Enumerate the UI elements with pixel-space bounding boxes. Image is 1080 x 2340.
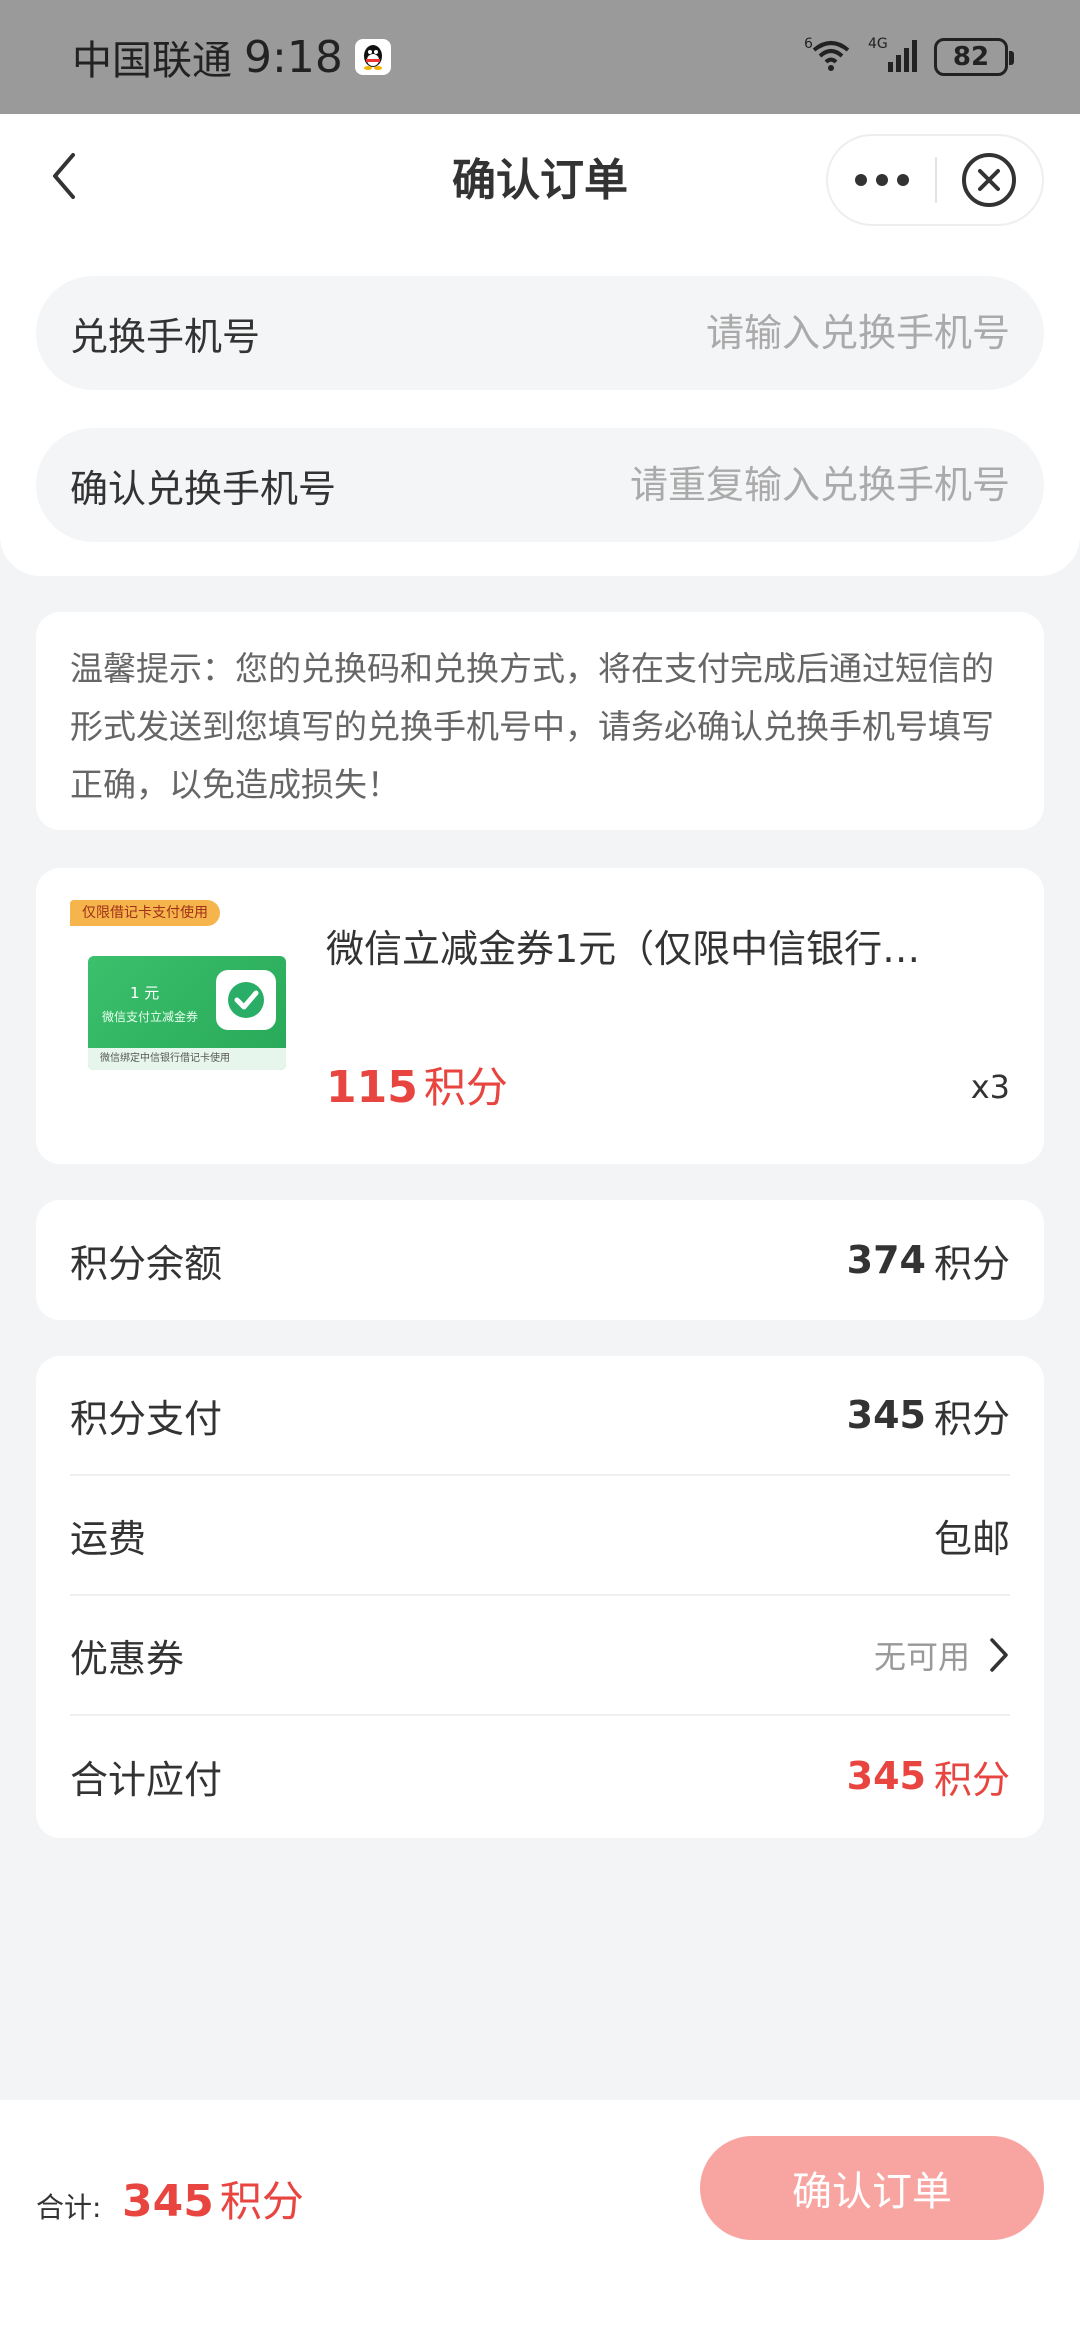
svg-text:4G: 4G — [868, 36, 888, 52]
product-tag: 仅限借记卡支付使用 — [70, 900, 220, 926]
more-button[interactable] — [828, 136, 935, 224]
svg-text:6: 6 — [804, 36, 813, 52]
bottom-total-label: 合计: — [36, 2191, 102, 2224]
bottom-total-amount: 345 — [122, 2176, 214, 2227]
cellular-signal-icon: 4G — [868, 34, 920, 81]
coupon-status: 无可用 — [873, 1638, 970, 1676]
confirm-phone-input[interactable] — [550, 463, 1010, 507]
points-pay-amount: 345 — [846, 1393, 926, 1437]
coupon-subtitle: 微信支付立减金券 — [102, 1010, 199, 1024]
clock: 9:18 — [244, 31, 343, 83]
chevron-right-icon — [990, 1638, 1008, 1672]
phone-field: 兑换手机号 — [36, 276, 1044, 390]
tip-text: 温馨提示：您的兑换码和兑换方式，将在支付完成后通过短信的形式发送到您填写的兑换手… — [70, 649, 994, 804]
bottom-total-unit: 积分 — [219, 2177, 304, 2226]
summary-card: 积分支付 345 积分 运费 包邮 优惠券 无可用 合计应付 345 积分 — [36, 1356, 1044, 1838]
confirm-order-button[interactable]: 确认订单 — [700, 2136, 1044, 2240]
product-thumbnail: 1 元 微信支付立减金券 微信绑定中信银行借记卡使用 仅限借记卡支付使用 — [70, 900, 290, 1080]
bottom-total-value: 345 积分 — [122, 2168, 304, 2229]
shipping-row: 运费 包邮 — [70, 1476, 1010, 1596]
points-pay-row: 积分支付 345 积分 — [70, 1356, 1010, 1476]
balance-amount: 374 — [846, 1238, 926, 1282]
status-right: 6 4G 82 — [804, 34, 1014, 81]
balance-row: 积分余额 374 积分 — [70, 1200, 1010, 1320]
coupon-amount: 1 元 — [130, 984, 160, 1002]
shipping-label: 运费 — [70, 1516, 147, 1561]
product-quantity: x3 — [970, 1068, 1010, 1106]
balance-label: 积分余额 — [70, 1241, 223, 1286]
shipping-value: 包邮 — [933, 1516, 1010, 1561]
balance-value: 374 积分 — [847, 1233, 1010, 1288]
points-pay-unit: 积分 — [933, 1396, 1010, 1441]
coupon-footer: 微信绑定中信银行借记卡使用 — [88, 1048, 286, 1070]
wechat-pay-icon — [216, 970, 276, 1030]
total-amount: 345 — [846, 1754, 926, 1798]
coupon-value: 无可用 — [874, 1632, 1010, 1678]
confirm-phone-label: 确认兑换手机号 — [70, 466, 337, 511]
phone-input[interactable] — [550, 311, 1010, 355]
product-name: 微信立减金券1元（仅限中信银行… — [326, 927, 921, 971]
qq-notification-icon — [354, 39, 391, 75]
product-price-unit: 积分 — [423, 1063, 508, 1112]
total-row: 合计应付 345 积分 — [70, 1716, 1010, 1836]
wifi-icon: 6 — [804, 34, 854, 81]
bottom-bar: 合计: 345 积分 确认订单 — [0, 2100, 1080, 2340]
product-card: 1 元 微信支付立减金券 微信绑定中信银行借记卡使用 仅限借记卡支付使用 微信立… — [36, 868, 1044, 1164]
points-pay-value: 345 积分 — [847, 1388, 1010, 1443]
phone-label: 兑换手机号 — [70, 314, 261, 359]
status-bar: 中国联通 9:18 6 4G 82 — [0, 0, 1080, 114]
points-pay-label: 积分支付 — [70, 1396, 223, 1441]
total-unit: 积分 — [933, 1757, 1010, 1802]
navigation-bar: 确认订单 — [0, 114, 1080, 240]
close-button[interactable] — [937, 136, 1042, 224]
total-label: 合计应付 — [70, 1757, 223, 1802]
tip-card: 温馨提示：您的兑换码和兑换方式，将在支付完成后通过短信的形式发送到您填写的兑换手… — [36, 612, 1044, 830]
battery-indicator: 82 — [934, 38, 1014, 76]
total-value: 345 积分 — [847, 1749, 1010, 1804]
more-dots-icon — [854, 174, 909, 186]
carrier-name: 中国联通 — [72, 38, 232, 84]
balance-card: 积分余额 374 积分 — [36, 1200, 1044, 1320]
coupon-image: 1 元 微信支付立减金券 微信绑定中信银行借记卡使用 — [88, 956, 286, 1070]
product-price: 115 积分 — [326, 1054, 508, 1115]
confirm-phone-field: 确认兑换手机号 — [36, 428, 1044, 542]
coupon-label: 优惠券 — [70, 1636, 185, 1681]
close-circle-icon — [962, 153, 1017, 207]
top-panel: 确认订单 兑换手机号 确认兑换手机号 — [0, 114, 1080, 576]
mini-program-capsule — [826, 134, 1044, 226]
status-left: 中国联通 9:18 — [72, 28, 391, 86]
balance-unit: 积分 — [933, 1241, 1010, 1286]
coupon-row[interactable]: 优惠券 无可用 — [70, 1596, 1010, 1716]
product-price-value: 115 — [326, 1062, 418, 1113]
